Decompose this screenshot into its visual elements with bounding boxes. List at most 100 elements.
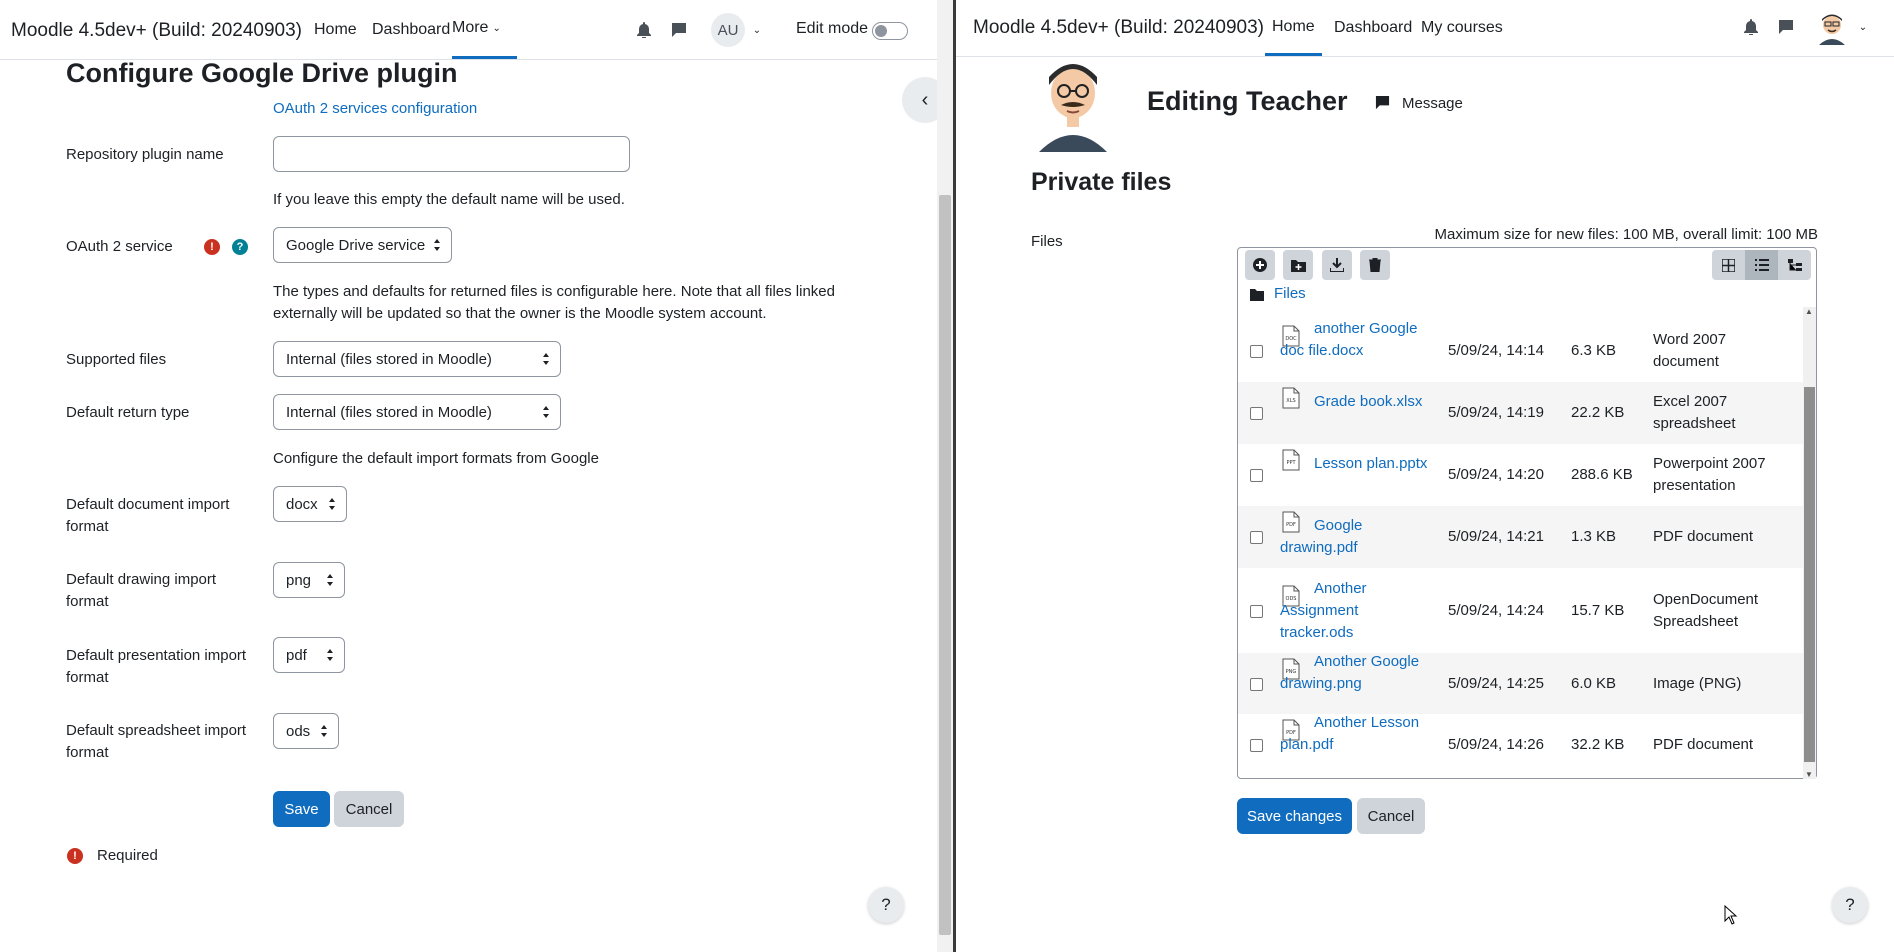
- scroll-up-arrow[interactable]: ▲: [1805, 307, 1813, 316]
- default-return-type-label: Default return type: [66, 404, 190, 421]
- repo-name-help: If you leave this empty the default name…: [273, 191, 625, 208]
- nav-more[interactable]: More ⌄: [452, 0, 517, 59]
- save-changes-button[interactable]: Save changes: [1237, 798, 1352, 834]
- drawing-import-select[interactable]: png: [273, 562, 345, 598]
- file-date: 5/09/24, 14:21: [1448, 528, 1544, 545]
- chat-icon[interactable]: [1778, 19, 1794, 35]
- file-type: Excel 2007 spreadsheet: [1653, 393, 1736, 432]
- page-scrollbar[interactable]: [937, 0, 953, 952]
- file-name-link[interactable]: Lesson plan.pptx: [1280, 453, 1430, 475]
- file-row[interactable]: PNG Another Google drawing.png 5/09/24, 14…: [1238, 653, 1803, 714]
- breadcrumb[interactable]: Files: [1274, 285, 1306, 302]
- site-brand[interactable]: Moodle 4.5dev+ (Build: 20240903): [11, 20, 302, 42]
- file-type: Image (PNG): [1653, 674, 1742, 692]
- top-navbar: Moodle 4.5dev+ (Build: 20240903) Home Da…: [0, 0, 953, 60]
- select-arrows-icon: [434, 239, 440, 251]
- cancel-button[interactable]: Cancel: [334, 791, 404, 827]
- file-type: PDF document: [1653, 736, 1754, 753]
- chat-icon[interactable]: [1375, 95, 1391, 111]
- list-icon: [1754, 259, 1769, 271]
- file-name-link[interactable]: Grade book.xlsx: [1280, 391, 1430, 413]
- file-checkbox[interactable]: [1250, 739, 1263, 752]
- file-checkbox[interactable]: [1250, 345, 1263, 358]
- file-checkbox[interactable]: [1250, 469, 1263, 482]
- presentation-import-select[interactable]: pdf: [273, 637, 345, 673]
- right-browser-window: Moodle 4.5dev+ (Build: 20240903) Home Da…: [953, 0, 1894, 952]
- file-name-link[interactable]: Another Assignment tracker.ods: [1280, 578, 1430, 644]
- site-brand[interactable]: Moodle 4.5dev+ (Build: 20240903): [973, 17, 1264, 39]
- message-button[interactable]: Message: [1402, 95, 1463, 112]
- help-button[interactable]: ?: [868, 887, 904, 923]
- download-button[interactable]: [1322, 250, 1352, 280]
- folder-plus-icon: [1290, 259, 1306, 272]
- file-name-link[interactable]: Google drawing.pdf: [1280, 515, 1430, 559]
- bell-icon[interactable]: [636, 22, 652, 38]
- file-list-scrollbar[interactable]: ▲ ▼: [1803, 307, 1816, 779]
- save-button[interactable]: Save: [273, 791, 330, 827]
- doc-import-select[interactable]: docx: [273, 486, 347, 522]
- file-row[interactable]: PDF Another Lesson plan.pdf 5/09/24, 14:26…: [1238, 714, 1803, 776]
- chat-icon[interactable]: [671, 22, 687, 38]
- import-formats-help: Configure the default import formats fro…: [273, 450, 599, 467]
- select-arrows-icon: [329, 498, 335, 510]
- file-name-link[interactable]: Another Lesson plan.pdf: [1280, 712, 1430, 756]
- supported-files-select[interactable]: Internal (files stored in Moodle): [273, 341, 561, 377]
- help-icon[interactable]: ?: [232, 239, 248, 255]
- file-row[interactable]: XLS Grade book.xlsx 5/09/24, 14:19 22.2 KB E…: [1238, 382, 1803, 444]
- avatar[interactable]: [1815, 10, 1849, 46]
- doc-import-label: Default document import format: [66, 496, 230, 535]
- list-view-button[interactable]: [1745, 250, 1778, 280]
- grid-view-button[interactable]: [1712, 250, 1745, 280]
- file-checkbox[interactable]: [1250, 531, 1263, 544]
- edit-mode-toggle[interactable]: [872, 22, 908, 40]
- scroll-down-arrow[interactable]: ▼: [1805, 770, 1813, 779]
- file-checkbox[interactable]: [1250, 604, 1263, 618]
- delete-button[interactable]: [1360, 250, 1390, 280]
- plus-circle-icon: [1253, 258, 1267, 272]
- nav-home[interactable]: Home: [314, 0, 357, 59]
- repo-name-input[interactable]: [273, 136, 630, 172]
- oauth-services-link[interactable]: OAuth 2 services configuration: [273, 98, 477, 120]
- types-help-text: The types and defaults for returned file…: [273, 283, 835, 322]
- spreadsheet-import-label: Default spreadsheet import format: [66, 722, 247, 761]
- profile-avatar: [1029, 55, 1117, 152]
- profile-name: Editing Teacher: [1147, 86, 1348, 116]
- scrollbar-thumb[interactable]: [939, 195, 951, 935]
- file-checkbox[interactable]: [1250, 677, 1263, 691]
- file-row[interactable]: PDF Google drawing.pdf 5/09/24, 14:21 1.3 K…: [1238, 506, 1803, 568]
- file-type: OpenDocument Spreadsheet: [1653, 590, 1759, 630]
- file-list-scrollbar-thumb[interactable]: [1804, 387, 1815, 762]
- file-checkbox[interactable]: [1250, 407, 1263, 420]
- doc-import-value: docx: [286, 495, 318, 513]
- default-return-type-select[interactable]: Internal (files stored in Moodle): [273, 394, 561, 430]
- file-row[interactable]: DOC another Google doc file.docx 5/09/24, …: [1238, 320, 1803, 382]
- grid-icon: [1722, 258, 1735, 272]
- spreadsheet-import-select[interactable]: ods: [273, 713, 339, 749]
- nav-dashboard[interactable]: Dashboard: [372, 0, 450, 59]
- help-button[interactable]: ?: [1832, 887, 1868, 923]
- chevron-down-icon[interactable]: ⌄: [750, 22, 764, 38]
- oauth-service-select[interactable]: Google Drive service: [273, 227, 452, 263]
- add-file-button[interactable]: [1245, 250, 1275, 280]
- file-row[interactable]: PPT Lesson plan.pptx 5/09/24, 14:20 288.6 K…: [1238, 444, 1803, 506]
- tree-icon: [1787, 259, 1802, 271]
- supported-files-label: Supported files: [66, 351, 167, 368]
- cancel-button[interactable]: Cancel: [1357, 798, 1425, 834]
- avatar[interactable]: AU: [711, 13, 745, 47]
- oauth-service-value: Google Drive service: [286, 236, 426, 254]
- spreadsheet-import-value: ods: [286, 722, 311, 740]
- file-name-link[interactable]: Another Google drawing.png: [1280, 651, 1430, 695]
- nav-dashboard[interactable]: Dashboard: [1334, 0, 1412, 56]
- chevron-down-icon[interactable]: ⌄: [1856, 19, 1870, 35]
- file-name-link[interactable]: another Google doc file.docx: [1280, 318, 1430, 362]
- section-title: Private files: [1031, 168, 1172, 196]
- tree-view-button[interactable]: [1778, 250, 1811, 280]
- files-label: Files: [1031, 233, 1063, 250]
- nav-home[interactable]: Home: [1265, 0, 1322, 56]
- create-folder-button[interactable]: [1283, 250, 1313, 280]
- bell-icon[interactable]: [1743, 19, 1759, 35]
- page-title: Configure Google Drive plugin: [66, 58, 458, 88]
- nav-my-courses[interactable]: My courses: [1421, 0, 1503, 56]
- file-row[interactable]: ODS Another Assignment tracker.ods 5/09/24…: [1238, 568, 1803, 653]
- select-arrows-icon: [543, 406, 549, 418]
